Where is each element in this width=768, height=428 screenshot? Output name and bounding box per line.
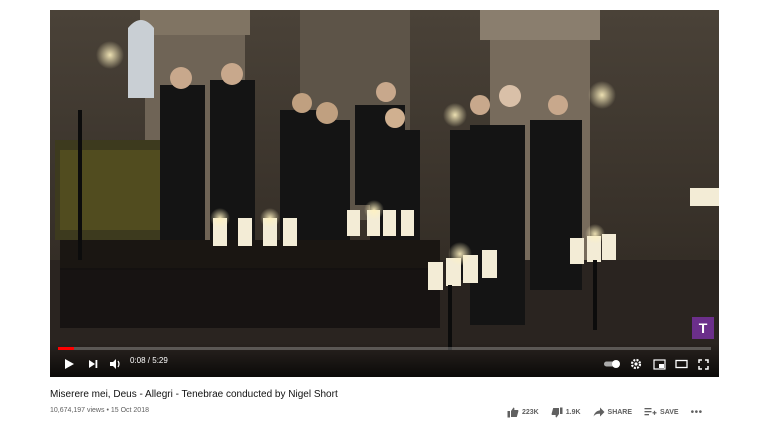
channel-watermark[interactable]: T bbox=[692, 317, 714, 339]
dislike-count: 1.9K bbox=[565, 408, 581, 416]
next-button[interactable] bbox=[84, 355, 102, 373]
video-player[interactable]: T 0:08 / 5:29 bbox=[50, 10, 719, 377]
progress-fill bbox=[58, 347, 74, 350]
player-controls: 0:08 / 5:29 bbox=[50, 343, 719, 377]
play-icon bbox=[65, 359, 74, 369]
save-icon bbox=[644, 408, 657, 416]
miniplayer-button[interactable] bbox=[650, 355, 668, 373]
fullscreen-button[interactable] bbox=[694, 355, 712, 373]
more-actions-button[interactable]: ••• bbox=[691, 407, 703, 418]
theater-mode-button[interactable] bbox=[672, 355, 690, 373]
progress-bar[interactable] bbox=[58, 347, 711, 350]
theater-icon bbox=[674, 359, 688, 369]
share-button[interactable]: SHARE bbox=[593, 407, 633, 417]
fullscreen-icon bbox=[697, 358, 709, 370]
play-button[interactable] bbox=[60, 355, 78, 373]
action-bar: 223K 1.9K SHARE SAVE ••• bbox=[507, 405, 703, 419]
settings-icon bbox=[630, 358, 642, 370]
volume-icon bbox=[109, 359, 120, 369]
volume-button[interactable] bbox=[106, 355, 124, 373]
share-icon bbox=[593, 407, 605, 417]
next-icon bbox=[89, 360, 98, 368]
video-frame[interactable] bbox=[50, 10, 719, 377]
share-label: SHARE bbox=[607, 408, 633, 416]
miniplayer-icon bbox=[652, 358, 666, 370]
settings-button[interactable] bbox=[627, 355, 645, 373]
video-meta: 10,674,197 views • 15 Oct 2018 bbox=[50, 407, 149, 414]
thumbs-up-icon bbox=[507, 407, 519, 417]
save-label: SAVE bbox=[660, 408, 679, 416]
view-count: 10,674,197 views bbox=[50, 407, 105, 414]
like-count: 223K bbox=[522, 408, 539, 416]
like-button[interactable]: 223K bbox=[507, 407, 539, 418]
thumbs-down-icon bbox=[551, 407, 563, 417]
more-icon: ••• bbox=[690, 406, 703, 418]
autoplay-toggle-icon bbox=[604, 360, 620, 368]
time-display: 0:08 / 5:29 bbox=[130, 356, 168, 365]
video-title: Miserere mei, Deus - Allegri - Tenebrae … bbox=[50, 389, 338, 400]
save-button[interactable]: SAVE bbox=[644, 407, 679, 417]
upload-date: 15 Oct 2018 bbox=[110, 407, 149, 414]
dislike-button[interactable]: 1.9K bbox=[551, 407, 581, 418]
autoplay-toggle[interactable] bbox=[602, 355, 622, 373]
